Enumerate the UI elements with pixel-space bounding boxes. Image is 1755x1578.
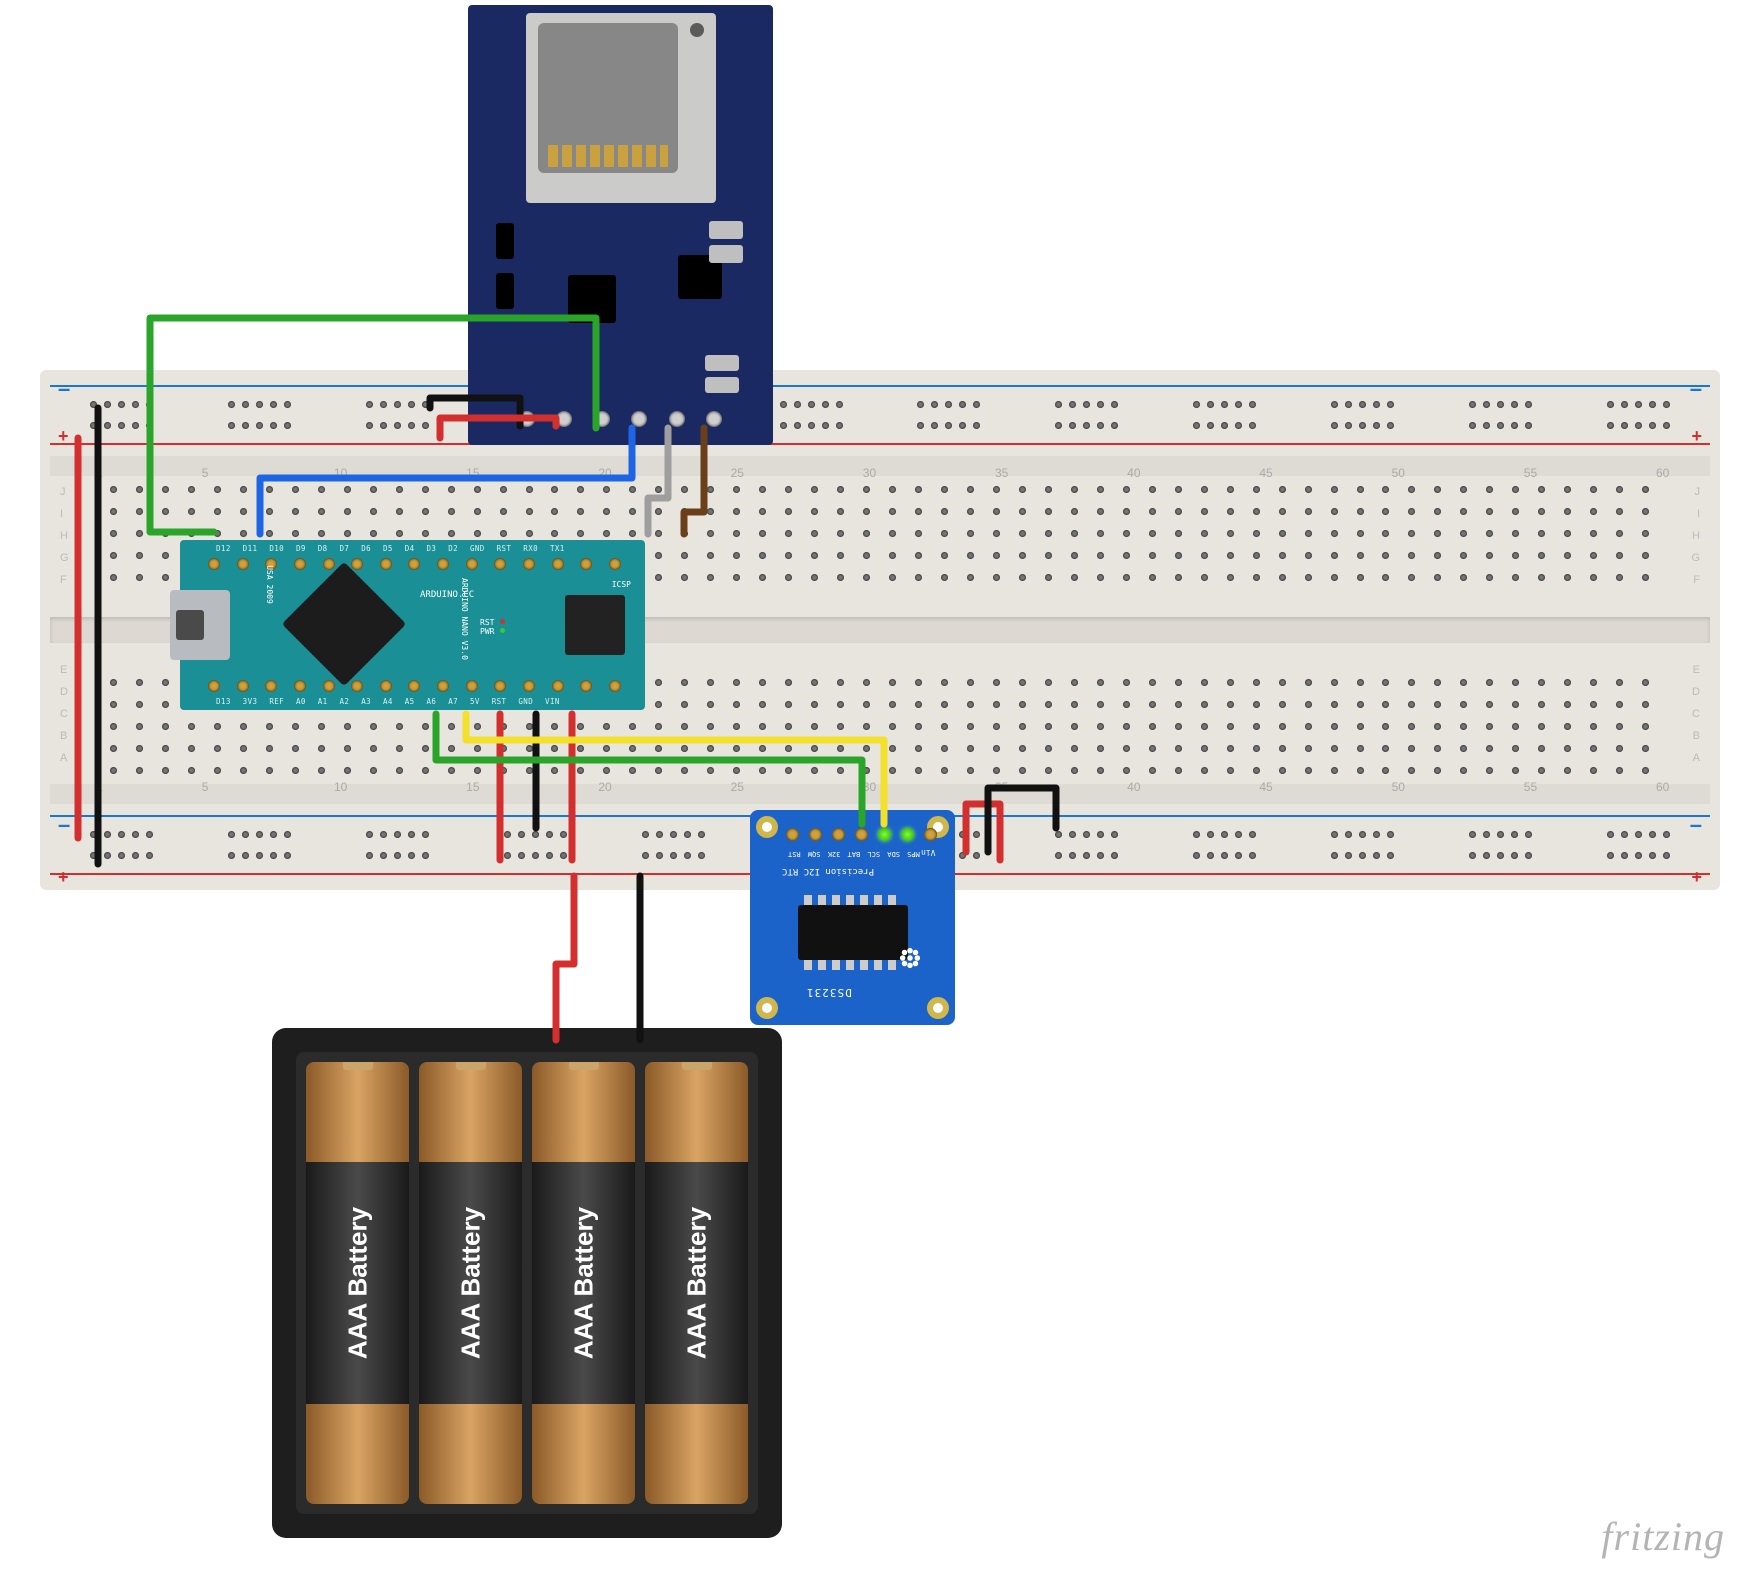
arduino-model-text: ARDUINO NANO V3.0 (460, 578, 469, 660)
breadboard-top-power-rail (50, 378, 1710, 452)
top-plus-row (50, 422, 1710, 429)
nano-bottom-pin-labels: D13 3V3 REF A0 A1 A2 A3 A4 A5 A6 A7 5V R… (216, 697, 560, 706)
rtc-ds3231-module: MPS SDA SCL BAT 32K SQW RST Precision I2… (750, 810, 955, 1025)
microsd-card-icon (538, 23, 678, 173)
aaa-battery-cell: AAA Battery (306, 1062, 409, 1504)
sd-module-header-pins (508, 411, 733, 427)
mini-usb-port-icon (170, 590, 230, 660)
aaa-battery-cell: AAA Battery (419, 1062, 522, 1504)
adafruit-flower-icon (899, 947, 921, 969)
rtc-header-pins (786, 828, 937, 841)
top-minus-row (50, 401, 1710, 408)
arduino-nano: D12 D11 D10 D9 D8 D7 D6 D5 D4 D3 D2 GND … (180, 540, 645, 710)
atmega-chip-icon (282, 562, 406, 686)
microsd-slot (526, 13, 716, 203)
ds3231-chip-icon (798, 905, 908, 960)
nano-top-pin-labels: D12 D11 D10 D9 D8 D7 D6 D5 D4 D3 D2 GND … (216, 544, 565, 553)
rtc-chip-label: DS3231 (806, 986, 852, 999)
fritzing-breadboard-diagram: – + – + – + – + JJ II HH GG FF EE DD CC … (0, 0, 1755, 1578)
aaa-battery-cell: AAA Battery (645, 1062, 748, 1504)
fritzing-watermark: fritzing (1601, 1513, 1725, 1560)
battery-holder-4aaa: AAA BatteryAAA BatteryAAA BatteryAAA Bat… (272, 1028, 782, 1538)
aaa-battery-cell: AAA Battery (532, 1062, 635, 1504)
sd-card-module (468, 5, 773, 445)
icsp-header-icon (565, 595, 625, 655)
